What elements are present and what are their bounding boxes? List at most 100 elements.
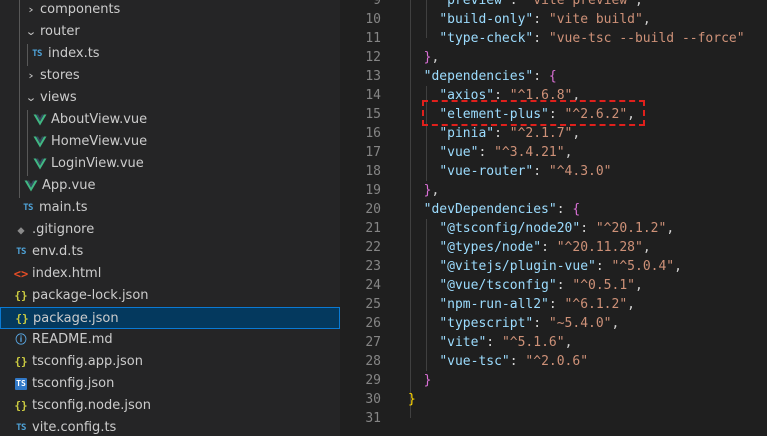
tree-item-package-lock-json[interactable]: {} package-lock.json (0, 285, 340, 307)
html-icon: <> (13, 267, 29, 281)
punctuation (408, 297, 439, 312)
code-text: "vue-router": "^4.3.0" (408, 162, 611, 181)
code-text: "type-check": "vue-tsc --build --force" (408, 29, 744, 48)
punctuation: : (509, 0, 526, 8)
code-line[interactable]: 30} (340, 390, 767, 409)
code-line[interactable]: 12 }, (340, 48, 767, 67)
tree-item-aboutview-vue[interactable]: AboutView.vue (0, 109, 340, 131)
json-icon: {} (15, 312, 29, 325)
punctuation: , (564, 335, 573, 350)
code-line[interactable]: 11 "type-check": "vue-tsc --build --forc… (340, 29, 767, 48)
punctuation: : (595, 259, 612, 274)
markdown-icon: ⓘ (15, 333, 27, 346)
code-line[interactable]: 21 "@tsconfig/node20": "^20.1.2", (340, 219, 767, 238)
code-line[interactable]: 28 "vue-tsc": "^2.0.6" (340, 352, 767, 371)
code-text: "@types/node": "^20.11.28", (408, 238, 650, 257)
tree-item-label: stores (40, 68, 80, 83)
bracket: { (572, 202, 581, 217)
code-line[interactable]: 23 "@vitejs/plugin-vue": "^5.0.4", (340, 257, 767, 276)
code-editor[interactable]: 9 "preview": "vite preview", 10 "build-on… (340, 0, 767, 436)
code-line[interactable]: 22 "@types/node": "^20.11.28", (340, 238, 767, 257)
code-line[interactable]: 18 "vue-router": "^4.3.0" (340, 162, 767, 181)
line-number: 19 (365, 183, 381, 198)
json-icon: {} (14, 289, 28, 302)
code-text: } (408, 390, 416, 409)
tree-item-label: App.vue (42, 178, 96, 193)
tree-item-env-d-ts[interactable]: TS env.d.ts (0, 241, 340, 263)
code-line[interactable]: 13 "dependencies": { (340, 67, 767, 86)
punctuation (408, 12, 439, 27)
tree-item-components[interactable]: › components (0, 0, 340, 21)
tree-item-index-ts[interactable]: TS index.ts (0, 43, 340, 65)
punctuation: , (635, 278, 643, 293)
tree-item-label: main.ts (39, 200, 88, 215)
punctuation: : (533, 31, 549, 46)
code-line[interactable]: 10 "build-only": "vite build", (340, 10, 767, 29)
bracket: { (548, 69, 557, 84)
json-key: "npm-run-all2" (439, 297, 549, 312)
line-number: 21 (365, 221, 381, 236)
line-number: 11 (365, 31, 381, 46)
code-line[interactable]: 29 } (340, 371, 767, 390)
punctuation: : (556, 278, 573, 293)
tree-item-tsconfig-json[interactable]: TS tsconfig.json (0, 373, 340, 395)
tree-item-main-ts[interactable]: TS main.ts (0, 197, 340, 219)
code-line[interactable]: 31 (340, 409, 767, 428)
tree-item-package-json[interactable]: {} package.json (0, 307, 340, 329)
code-text: "preview": "vite preview", (408, 0, 643, 10)
code-text: "@vitejs/plugin-vue": "^5.0.4", (408, 257, 682, 276)
punctuation: : (541, 240, 557, 255)
tree-item-router[interactable]: ⌄ router (0, 21, 340, 43)
file-explorer: › components ⌄ router TS index.ts › stores ⌄ view… (0, 0, 340, 436)
code-line[interactable]: 19 }, (340, 181, 767, 200)
code-text: "typescript": "~5.4.0", (408, 314, 619, 333)
punctuation (408, 316, 439, 331)
tree-item-stores[interactable]: › stores (0, 65, 340, 87)
tree-item-index-html[interactable]: <> index.html (0, 263, 340, 285)
code-line[interactable]: 26 "typescript": "~5.4.0", (340, 314, 767, 333)
tree-item-app-vue[interactable]: App.vue (0, 175, 340, 197)
code-line[interactable]: 25 "npm-run-all2": "^6.1.2", (340, 295, 767, 314)
code-line[interactable]: 17 "vue": "^3.4.21", (340, 143, 767, 162)
json-key: "@vue/tsconfig" (439, 278, 557, 293)
highlight-annotation-box (422, 100, 645, 126)
line-number: 14 (365, 88, 381, 103)
code-text: "devDependencies": { (408, 200, 581, 219)
line-number: 13 (365, 69, 381, 84)
tree-item-readme-md[interactable]: ⓘ README.md (0, 329, 340, 351)
code-line[interactable]: 24 "@vue/tsconfig": "^0.5.1", (340, 276, 767, 295)
tree-item-tsconfig-app-json[interactable]: {} tsconfig.app.json (0, 351, 340, 373)
json-key: "@tsconfig/node20" (439, 221, 581, 236)
tree-item-label: tsconfig.app.json (32, 354, 143, 369)
punctuation: : (533, 316, 549, 331)
tree-item-tsconfig-node-json[interactable]: {} tsconfig.node.json (0, 395, 340, 417)
line-number: 18 (365, 164, 381, 179)
punctuation: : (486, 335, 502, 350)
tree-item-loginview-vue[interactable]: LoginView.vue (0, 153, 340, 175)
json-key: "vue" (439, 145, 479, 160)
tree-item-views[interactable]: ⌄ views (0, 87, 340, 109)
code-line[interactable]: 9 "preview": "vite preview", (340, 0, 767, 10)
json-key: "type-check" (439, 31, 534, 46)
punctuation (408, 164, 439, 179)
json-string: "^20.11.28" (556, 240, 643, 255)
code-text: "pinia": "^2.1.7", (408, 124, 580, 143)
tree-item-label: HomeView.vue (51, 134, 148, 149)
line-number: 16 (365, 126, 381, 141)
code-line[interactable]: 16 "pinia": "^2.1.7", (340, 124, 767, 143)
code-line[interactable]: 20 "devDependencies": { (340, 200, 767, 219)
tree-item-label: env.d.ts (32, 244, 84, 259)
tree-item-gitignore[interactable]: ◆ .gitignore (0, 219, 340, 241)
line-number: 20 (365, 202, 381, 217)
code-line[interactable]: 27 "vite": "^5.1.6", (340, 333, 767, 352)
chevron-right-icon: › (28, 69, 34, 82)
tree-item-label: tsconfig.node.json (32, 398, 151, 413)
punctuation: , (666, 221, 675, 236)
line-number: 24 (365, 278, 381, 293)
line-number: 23 (365, 259, 381, 274)
punctuation (408, 31, 439, 46)
tree-item-vite-config-ts[interactable]: TS vite.config.ts (0, 417, 340, 436)
line-number: 28 (365, 354, 381, 369)
tree-item-homeview-vue[interactable]: HomeView.vue (0, 131, 340, 153)
tsconfig-icon: TS (15, 378, 27, 390)
